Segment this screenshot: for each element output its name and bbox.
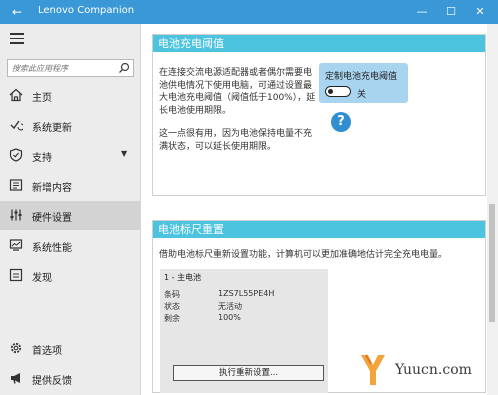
sidebar-item-label: 主页 — [32, 93, 52, 104]
sidebar: 主页 系统更新 支持 ▼ 新增内容 — [0, 24, 141, 395]
sidebar-item-hardware-settings[interactable]: 硬件设置 — [0, 201, 140, 230]
barcode-value: 1ZS7L55PE4H — [218, 289, 275, 298]
sidebar-item-label: 支持 — [32, 153, 52, 164]
home-icon — [9, 88, 23, 102]
battery-info-card: 1 - 主电池 条码 1ZS7L55PE4H 状态 无活动 剩余 100% 执行… — [160, 269, 328, 393]
sidebar-item-support[interactable]: 支持 ▼ — [0, 141, 140, 170]
maximize-button[interactable]: ☐ — [441, 4, 461, 20]
window-title: Lenovo Companion — [38, 5, 135, 16]
search-input[interactable] — [12, 62, 116, 74]
execute-reset-button[interactable]: 执行重新设置... — [173, 365, 324, 381]
sidebar-item-label: 提供反馈 — [32, 376, 72, 387]
minimize-button[interactable]: — — [412, 4, 432, 20]
sidebar-item-label: 首选项 — [32, 346, 62, 357]
battery-threshold-panel: 电池充电阈值 在连接交流电源适配器或者偶尔需要电池供电情况下使用电脑，可通过设置… — [152, 34, 486, 196]
discover-icon — [9, 268, 23, 282]
chevron-down-icon[interactable]: ▼ — [121, 149, 127, 158]
sidebar-item-whats-new[interactable]: 新增内容 — [0, 171, 140, 200]
remaining-value: 100% — [218, 313, 241, 322]
monitor-icon — [9, 239, 23, 251]
gear-icon — [10, 342, 22, 354]
sidebar-item-home[interactable]: 主页 — [0, 81, 140, 110]
news-icon — [9, 179, 23, 191]
sidebar-item-system-update[interactable]: 系统更新 — [0, 111, 140, 140]
shield-icon — [9, 148, 23, 162]
remaining-label: 剩余 — [164, 314, 180, 323]
sidebar-item-label: 系统更新 — [32, 123, 72, 134]
sidebar-item-system-performance[interactable]: 系统性能 — [0, 231, 140, 260]
watermark-logo-icon — [361, 354, 385, 385]
sidebar-item-label: 系统性能 — [32, 243, 72, 254]
title-bar: ← Lenovo Companion — ☐ ✕ — [0, 0, 498, 24]
search-icon[interactable] — [118, 62, 130, 74]
search-box[interactable] — [7, 59, 134, 77]
panel-title: 电池标尺重置 — [153, 221, 485, 238]
status-value: 无活动 — [218, 302, 242, 311]
custom-threshold-toggle[interactable] — [325, 86, 351, 97]
sidebar-item-feedback[interactable]: 提供反馈 — [0, 364, 140, 393]
sidebar-item-label: 新增内容 — [32, 183, 72, 194]
gauge-description: 借助电池标尺重新设置功能，计算机可以更加准确地估计完全充电电量。 — [159, 250, 448, 260]
sidebar-item-label: 硬件设置 — [32, 213, 72, 224]
megaphone-icon — [11, 373, 20, 384]
toggle-knob — [328, 88, 333, 94]
help-icon[interactable]: ? — [331, 112, 351, 132]
toggle-label: 定制电池充电阈值 — [325, 72, 398, 82]
hamburger-menu-icon[interactable] — [10, 33, 24, 45]
custom-threshold-toggle-box: 定制电池充电阈值 关 — [319, 63, 408, 103]
threshold-description-2: 这一点很有用，因为电池保持电量不充满状态，可以延长使用期限。 — [159, 129, 313, 152]
scrollbar[interactable] — [487, 24, 498, 395]
sliders-icon — [10, 209, 22, 221]
battery-title: 1 - 主电池 — [164, 273, 202, 282]
status-label: 状态 — [164, 302, 180, 311]
close-button[interactable]: ✕ — [470, 4, 490, 20]
barcode-label: 条码 — [164, 290, 180, 299]
toggle-state: 关 — [357, 90, 367, 100]
update-icon — [10, 120, 23, 131]
sidebar-item-preferences[interactable]: 首选项 — [0, 334, 140, 363]
threshold-description: 在连接交流电源适配器或者偶尔需要电池供电情况下使用电脑，可通过设置最大电池充电阈… — [159, 68, 316, 116]
watermark-text: Yuucn.com — [395, 362, 472, 378]
panel-title: 电池充电阈值 — [153, 35, 485, 52]
scroll-thumb[interactable] — [489, 204, 495, 322]
back-button[interactable]: ← — [6, 3, 28, 21]
sidebar-item-discover[interactable]: 发现 — [0, 261, 140, 290]
watermark: Yuucn.com — [353, 349, 486, 391]
sidebar-item-label: 发现 — [32, 273, 52, 284]
